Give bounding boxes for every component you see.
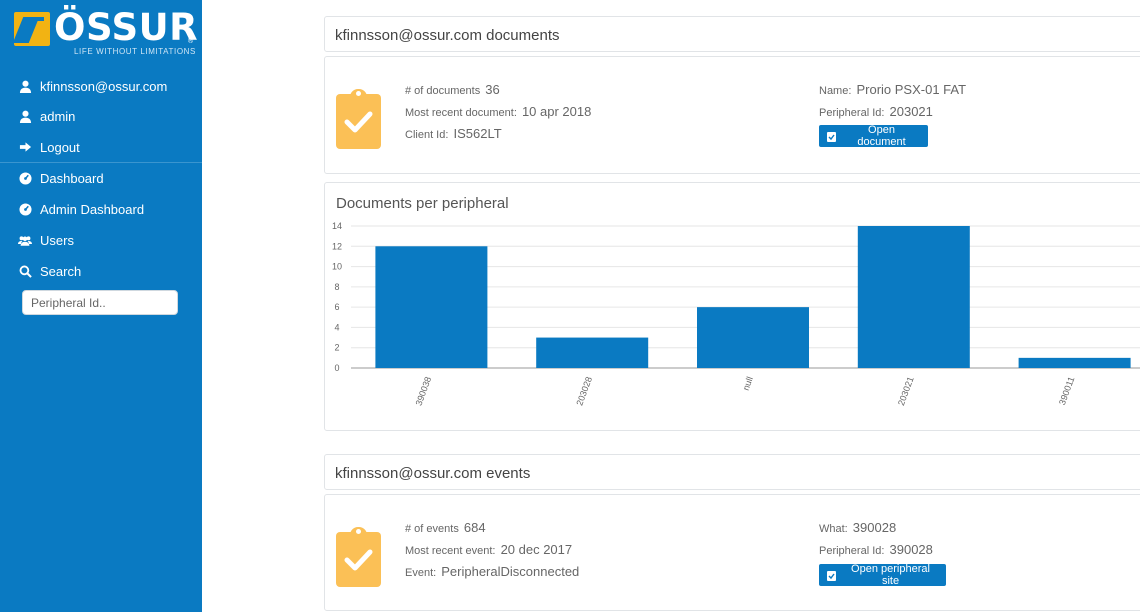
sidebar-item-user-email[interactable]: kfinnsson@ossur.com bbox=[18, 76, 167, 96]
sidebar-item-admin-dashboard[interactable]: Admin Dashboard bbox=[18, 199, 144, 219]
logout-icon bbox=[18, 140, 32, 154]
events-count-label: # of events bbox=[405, 523, 459, 535]
documents-name-value: Prorio PSX-01 FAT bbox=[856, 82, 967, 97]
documents-recent-label: Most recent document: bbox=[405, 107, 517, 119]
user-icon bbox=[18, 109, 32, 123]
logo-mark-icon bbox=[14, 12, 50, 46]
documents-summary-panel: # of documents 36 Most recent document: … bbox=[324, 56, 1140, 174]
documents-name: Name: Prorio PSX-01 FAT bbox=[819, 82, 966, 97]
events-header-title: kfinnsson@ossur.com events bbox=[335, 465, 531, 482]
x-tick-label: 203028 bbox=[574, 375, 594, 407]
x-tick-label: null bbox=[741, 375, 755, 392]
open-peripheral-site-label: Open peripheral site bbox=[851, 563, 930, 587]
documents-most-recent: Most recent document: 10 apr 2018 bbox=[405, 104, 591, 119]
open-document-label: Open document bbox=[857, 124, 906, 148]
y-tick-label: 12 bbox=[332, 241, 342, 251]
sidebar-item-label: admin bbox=[40, 108, 76, 124]
events-event-value: PeripheralDisconnected bbox=[441, 564, 580, 579]
events-event: Event: PeripheralDisconnected bbox=[405, 564, 579, 579]
events-recent-value: 20 dec 2017 bbox=[500, 542, 573, 557]
logo-tagline: LIFE WITHOUT LIMITATIONS bbox=[74, 47, 196, 56]
ossur-logo[interactable]: ÖSSUR ® LIFE WITHOUT LIMITATIONS bbox=[8, 8, 198, 68]
y-tick-label: 6 bbox=[334, 302, 339, 312]
documents-count-value: 36 bbox=[485, 82, 500, 97]
x-tick-label: 390038 bbox=[414, 375, 434, 407]
documents-recent-value: 10 apr 2018 bbox=[521, 104, 592, 119]
sidebar-item-search[interactable]: Search bbox=[18, 261, 81, 281]
events-peripheral-label: Peripheral Id: bbox=[819, 545, 885, 557]
documents-peripheral-label: Peripheral Id: bbox=[819, 107, 885, 119]
events-peripheral-value: 390028 bbox=[889, 542, 933, 557]
y-tick-label: 8 bbox=[334, 282, 339, 292]
sidebar-item-users[interactable]: Users bbox=[18, 230, 74, 250]
sidebar-item-label: Users bbox=[40, 232, 74, 248]
sidebar-item-admin[interactable]: admin bbox=[18, 106, 75, 126]
documents-per-peripheral-chart: 0 2 4 6 8 10 12 14 390038 203028 null 203021 390011 bbox=[332, 221, 1140, 407]
sidebar: ÖSSUR ® LIFE WITHOUT LIMITATIONS kfinnss… bbox=[0, 0, 202, 612]
clipboard-check-icon bbox=[336, 527, 381, 587]
open-document-button[interactable]: Open document bbox=[819, 124, 928, 148]
bar-390038 bbox=[375, 246, 488, 368]
x-tick-label: 203021 bbox=[896, 375, 916, 407]
events-peripheral-id: Peripheral Id: 390028 bbox=[819, 542, 933, 557]
y-tick-label: 10 bbox=[332, 262, 342, 272]
documents-peripheral-value: 203021 bbox=[889, 104, 933, 119]
bar-203028 bbox=[536, 337, 649, 368]
documents-client-id: Client Id: IS562LT bbox=[405, 126, 502, 141]
events-count: # of events 684 bbox=[405, 520, 486, 535]
documents-chart-panel: Documents per peripheral 0 2 4 6 8 10 12 14 3900… bbox=[324, 182, 1140, 431]
peripheral-id-search-input[interactable] bbox=[22, 290, 178, 315]
sidebar-item-label: Logout bbox=[40, 139, 80, 155]
sidebar-item-dashboard[interactable]: Dashboard bbox=[18, 168, 104, 188]
bar-null bbox=[697, 307, 809, 368]
search-icon bbox=[18, 264, 32, 278]
clipboard-check-icon bbox=[336, 89, 381, 149]
events-count-value: 684 bbox=[463, 520, 486, 535]
events-event-label: Event: bbox=[405, 567, 437, 579]
documents-name-label: Name: bbox=[819, 85, 852, 97]
sidebar-item-label: kfinnsson@ossur.com bbox=[40, 78, 168, 94]
documents-peripheral-id: Peripheral Id: 203021 bbox=[819, 104, 933, 119]
documents-count: # of documents 36 bbox=[405, 82, 500, 97]
sidebar-item-label: Dashboard bbox=[40, 170, 104, 186]
events-summary-panel: # of events 684 Most recent event: 20 de… bbox=[324, 494, 1140, 611]
open-peripheral-site-button[interactable]: Open peripheral site bbox=[819, 563, 946, 587]
events-most-recent: Most recent event: 20 dec 2017 bbox=[405, 542, 572, 557]
user-icon bbox=[18, 79, 32, 93]
logo-registered: ® bbox=[188, 38, 194, 45]
logo-brand: ÖSSUR bbox=[54, 6, 199, 49]
documents-count-label: # of documents bbox=[405, 85, 481, 97]
y-tick-label: 14 bbox=[332, 221, 342, 231]
events-header-panel: kfinnsson@ossur.com events bbox=[324, 454, 1140, 490]
sidebar-divider bbox=[0, 162, 202, 163]
bar-203021 bbox=[857, 226, 970, 368]
clipboard-check-icon bbox=[827, 570, 836, 581]
events-what-label: What: bbox=[819, 523, 848, 535]
sidebar-item-label: Admin Dashboard bbox=[40, 201, 145, 217]
dashboard-icon bbox=[18, 202, 32, 216]
sidebar-item-label: Search bbox=[40, 263, 82, 279]
users-icon bbox=[18, 233, 32, 247]
events-what-value: 390028 bbox=[852, 520, 897, 535]
x-tick-label: 390011 bbox=[1057, 375, 1076, 406]
events-what: What: 390028 bbox=[819, 520, 896, 535]
y-tick-label: 0 bbox=[334, 363, 339, 373]
y-tick-label: 2 bbox=[334, 343, 339, 353]
sidebar-item-logout[interactable]: Logout bbox=[18, 137, 80, 157]
bar-390011 bbox=[1018, 357, 1131, 368]
dashboard-icon bbox=[18, 171, 32, 185]
documents-header-panel: kfinnsson@ossur.com documents bbox=[324, 16, 1140, 52]
clipboard-check-icon bbox=[827, 131, 836, 142]
documents-header-title: kfinnsson@ossur.com documents bbox=[335, 27, 560, 44]
events-recent-label: Most recent event: bbox=[405, 545, 496, 557]
documents-client-label: Client Id: bbox=[405, 129, 449, 141]
documents-client-value: IS562LT bbox=[453, 126, 502, 141]
y-tick-label: 4 bbox=[334, 322, 339, 332]
